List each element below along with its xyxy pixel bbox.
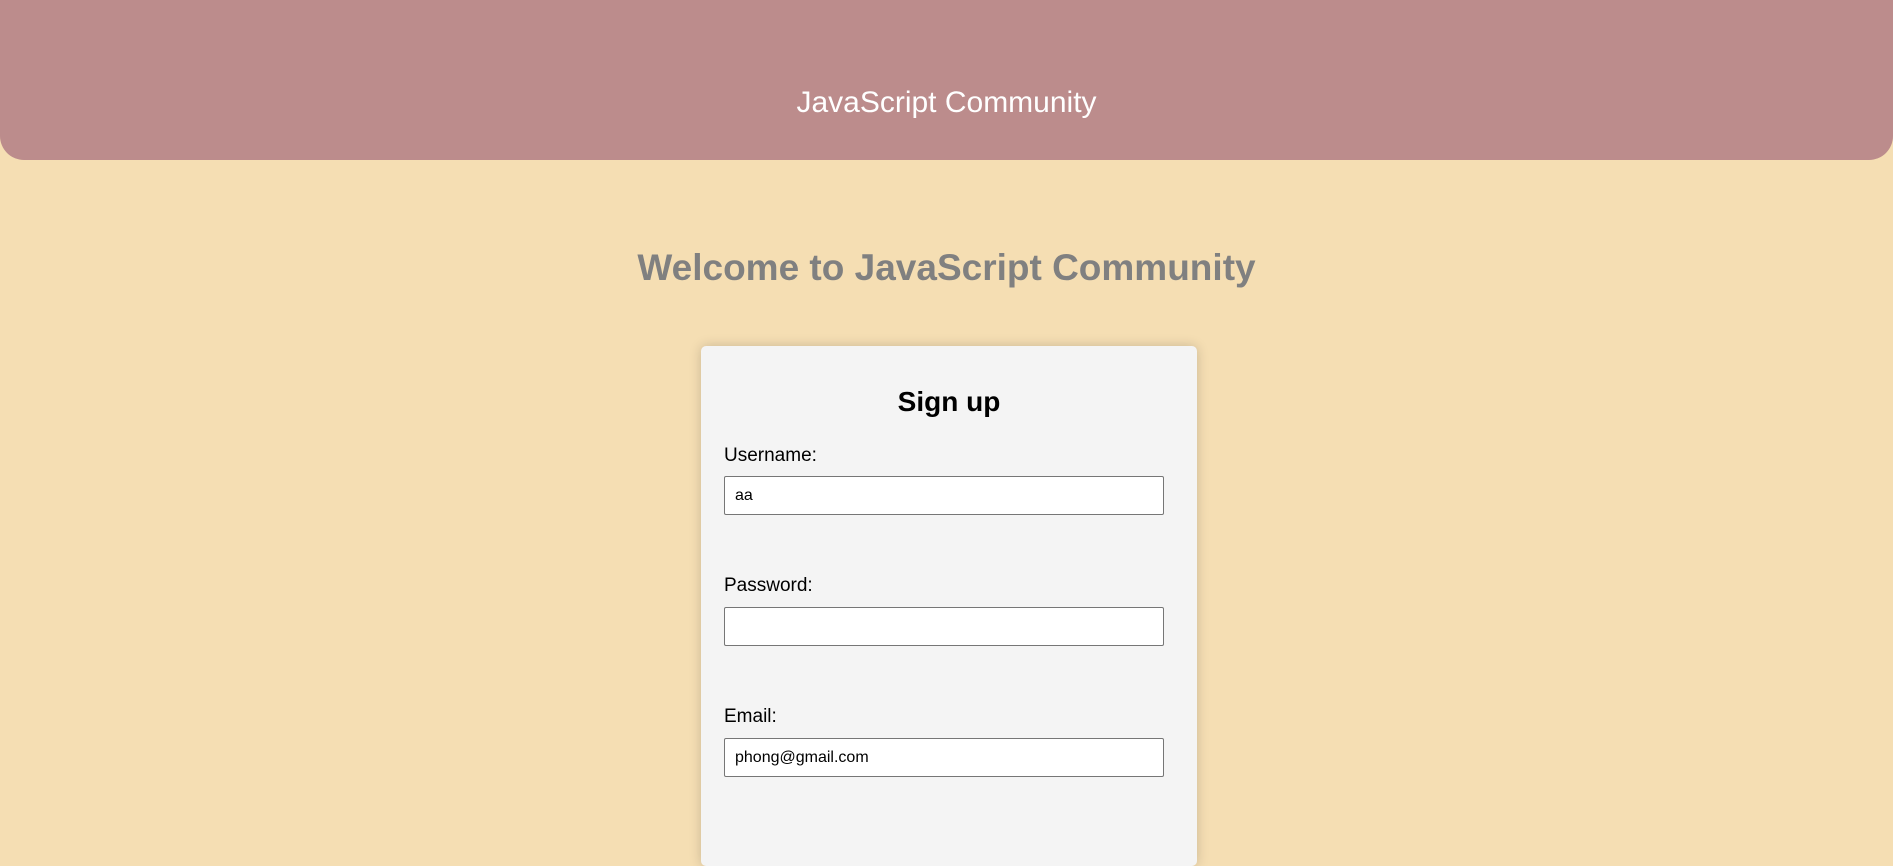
site-header: JavaScript Community — [0, 0, 1893, 160]
welcome-heading: Welcome to JavaScript Community — [637, 247, 1256, 288]
site-title: JavaScript Community — [796, 86, 1097, 119]
signup-card: Sign up Username: Password: Email: — [701, 346, 1197, 866]
password-label: Password: — [724, 575, 813, 596]
username-input[interactable] — [724, 476, 1164, 515]
password-input[interactable] — [724, 607, 1164, 646]
signup-title: Sign up — [897, 386, 1001, 417]
email-input[interactable] — [724, 738, 1164, 777]
email-label: Email: — [724, 706, 777, 727]
username-label: Username: — [724, 445, 817, 466]
